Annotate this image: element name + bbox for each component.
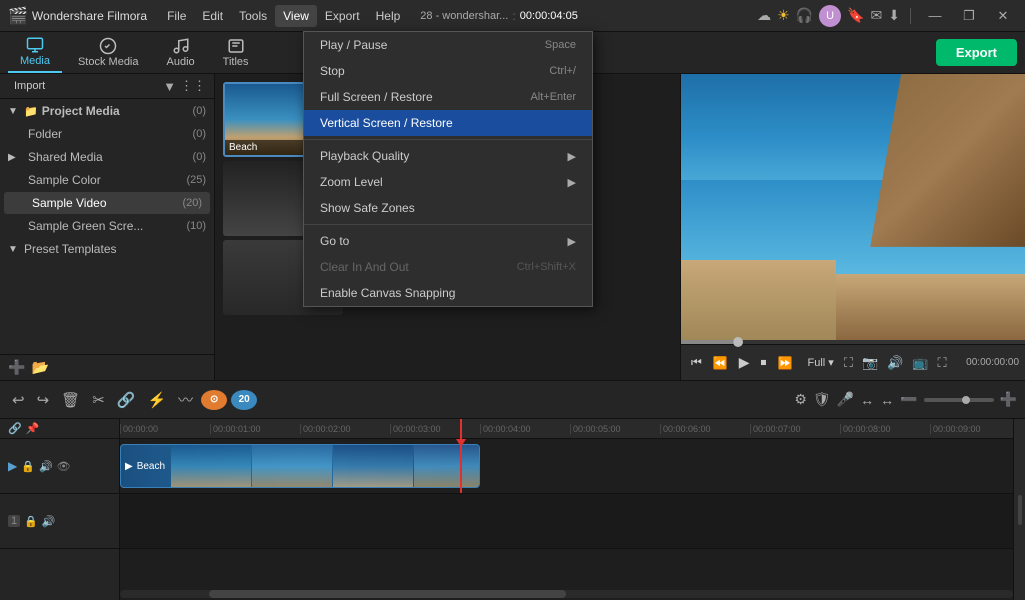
menu-item-show-safe-zones[interactable]: Show Safe Zones — [304, 195, 592, 221]
menu-item-go-to[interactable]: Go to ▶ — [304, 228, 592, 254]
menu-item-zoom-level[interactable]: Zoom Level ▶ — [304, 169, 592, 195]
view-menu: Play / Pause Space Stop Ctrl+/ Full Scre… — [303, 31, 593, 307]
menu-item-playback-quality[interactable]: Playback Quality ▶ — [304, 143, 592, 169]
menu-item-fullscreen[interactable]: Full Screen / Restore Alt+Enter — [304, 84, 592, 110]
menu-separator-2 — [304, 224, 592, 225]
menu-item-vertical-screen[interactable]: Vertical Screen / Restore — [304, 110, 592, 136]
menu-item-clear-in-out[interactable]: Clear In And Out Ctrl+Shift+X — [304, 254, 592, 280]
menu-item-play-pause[interactable]: Play / Pause Space — [304, 32, 592, 58]
menu-item-stop[interactable]: Stop Ctrl+/ — [304, 58, 592, 84]
menu-item-enable-canvas-snapping[interactable]: Enable Canvas Snapping — [304, 280, 592, 306]
menu-separator-1 — [304, 139, 592, 140]
